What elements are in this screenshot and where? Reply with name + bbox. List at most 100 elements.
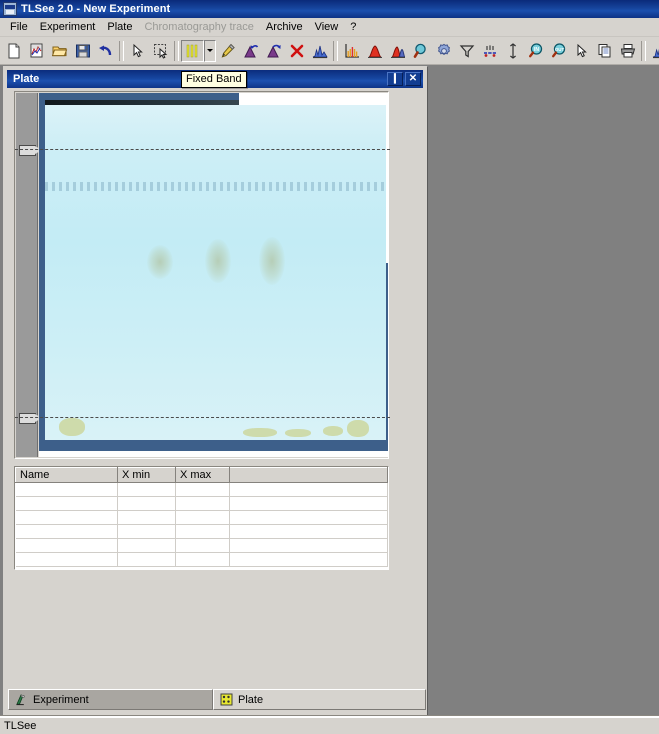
cell-xmin[interactable] — [117, 552, 176, 567]
main-toolbar: IN OUT — [0, 37, 659, 65]
tab-plate[interactable]: Plate — [213, 689, 426, 710]
status-bar: TLSee — [0, 717, 659, 734]
marquee-select-icon[interactable] — [149, 40, 172, 62]
svg-text:IN: IN — [534, 47, 539, 53]
cell-name[interactable] — [15, 538, 118, 553]
minimize-icon[interactable]: ❙ — [387, 72, 403, 86]
select-arrow-icon[interactable] — [570, 40, 593, 62]
svg-text:OUT: OUT — [554, 47, 564, 52]
band-ruler-gutter[interactable] — [16, 93, 42, 457]
save-disk-icon[interactable] — [71, 40, 94, 62]
cell-name[interactable] — [15, 482, 118, 497]
tlc-plate-photo[interactable] — [39, 93, 388, 457]
cell-extra[interactable] — [229, 552, 388, 567]
solvent-front-line[interactable] — [15, 149, 390, 150]
plate-spot — [259, 237, 285, 285]
plate-image-panel[interactable] — [14, 91, 390, 459]
cell-xmin[interactable] — [117, 538, 176, 553]
table-row[interactable] — [15, 538, 388, 553]
zoom-in-icon[interactable]: IN — [524, 40, 547, 62]
blue-peaks-icon[interactable] — [308, 40, 331, 62]
column-header-name[interactable]: Name — [15, 467, 118, 483]
cell-xmax[interactable] — [175, 538, 230, 553]
close-icon[interactable]: ✕ — [405, 72, 421, 86]
menu-item-file[interactable]: File — [4, 19, 34, 36]
solvent-front-marker[interactable] — [19, 145, 42, 156]
cell-name[interactable] — [15, 524, 118, 539]
menu-item-view[interactable]: View — [309, 19, 345, 36]
table-row[interactable] — [15, 496, 388, 511]
new-document-icon[interactable] — [2, 40, 25, 62]
fixed-band-icon[interactable] — [181, 39, 204, 62]
menu-item-chromatography-trace: Chromatography trace — [144, 20, 254, 33]
baseline-line[interactable] — [15, 417, 390, 418]
table-row[interactable] — [15, 510, 388, 525]
fixed-band-tooltip: Fixed Band — [181, 71, 247, 88]
gear-icon[interactable] — [432, 40, 455, 62]
tab-experiment[interactable]: Experiment — [8, 689, 213, 710]
red-peak-icon[interactable] — [363, 40, 386, 62]
pencil-edit-icon[interactable] — [216, 40, 239, 62]
column-header-xmin[interactable]: X min — [117, 467, 176, 483]
cell-xmax[interactable] — [175, 482, 230, 497]
fixed-band-dropdown-icon[interactable] — [204, 39, 216, 62]
mdi-client-area: Plate ❙ ✕ Fixed Band Name X min X max Ex… — [0, 65, 659, 717]
plate-edge-smudge — [285, 429, 311, 437]
bands-table[interactable]: Name X min X max — [14, 466, 389, 570]
copy-pages-icon[interactable] — [593, 40, 616, 62]
cell-xmax[interactable] — [175, 552, 230, 567]
peak-right-icon[interactable] — [262, 40, 285, 62]
open-folder-icon[interactable] — [48, 40, 71, 62]
filter-funnel-icon[interactable] — [455, 40, 478, 62]
plate-band-texture — [45, 182, 386, 191]
tlsee-app-icon — [3, 2, 17, 16]
chart-view-icon[interactable] — [648, 40, 659, 62]
menu-item-help[interactable]: ? — [344, 19, 362, 36]
print-icon[interactable] — [616, 40, 639, 62]
integrate-icon[interactable] — [501, 40, 524, 62]
column-header-xmax[interactable]: X max — [175, 467, 230, 483]
cell-extra[interactable] — [229, 510, 388, 525]
cell-xmax[interactable] — [175, 524, 230, 539]
undo-arrow-icon[interactable] — [94, 40, 117, 62]
cell-name[interactable] — [15, 510, 118, 525]
toolbar-separator — [641, 40, 646, 61]
peak-left-icon[interactable] — [239, 40, 262, 62]
cell-name[interactable] — [15, 552, 118, 567]
plate-grid-icon — [220, 693, 233, 706]
cell-xmin[interactable] — [117, 524, 176, 539]
cell-extra[interactable] — [229, 538, 388, 553]
magnifier-icon[interactable] — [409, 40, 432, 62]
menu-bar: File Experiment Plate Chromatography tra… — [0, 18, 659, 37]
plate-surface — [45, 100, 386, 440]
column-header-extra[interactable] — [229, 467, 388, 483]
cell-xmax[interactable] — [175, 496, 230, 511]
new-chart-icon[interactable] — [25, 40, 48, 62]
table-row[interactable] — [15, 482, 388, 497]
menu-item-plate[interactable]: Plate — [101, 19, 138, 36]
cell-xmax[interactable] — [175, 510, 230, 525]
axis-bars-icon[interactable] — [340, 40, 363, 62]
red-blue-peak-icon[interactable] — [386, 40, 409, 62]
cell-extra[interactable] — [229, 482, 388, 497]
table-row[interactable] — [15, 552, 388, 567]
menu-item-archive[interactable]: Archive — [260, 19, 309, 36]
baseline-marker[interactable] — [19, 413, 42, 424]
experiment-flask-icon — [15, 693, 28, 706]
cell-extra[interactable] — [229, 496, 388, 511]
zoom-out-icon[interactable]: OUT — [547, 40, 570, 62]
baseline-icon[interactable] — [478, 40, 501, 62]
plate-photo-top-white — [239, 93, 388, 105]
cell-name[interactable] — [15, 496, 118, 511]
table-row[interactable] — [15, 524, 388, 539]
cell-xmin[interactable] — [117, 496, 176, 511]
menu-item-experiment[interactable]: Experiment — [34, 19, 102, 36]
pointer-arrow-icon[interactable] — [126, 40, 149, 62]
delete-x-icon[interactable] — [285, 40, 308, 62]
plate-child-window: Plate ❙ ✕ Fixed Band Name X min X max Ex… — [3, 66, 427, 717]
cell-extra[interactable] — [229, 524, 388, 539]
cell-xmin[interactable] — [117, 482, 176, 497]
cell-xmin[interactable] — [117, 510, 176, 525]
toolbar-separator — [119, 40, 124, 61]
status-bar-text: TLSee — [4, 720, 37, 732]
